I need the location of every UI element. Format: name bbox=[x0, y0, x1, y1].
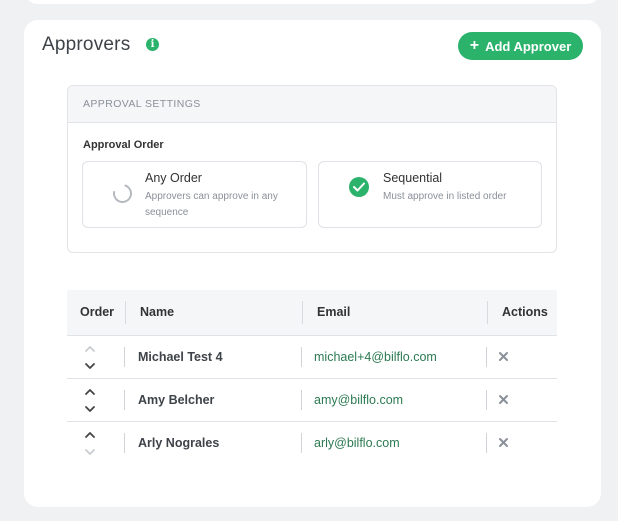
column-divider bbox=[124, 347, 125, 367]
page-title: Approvers bbox=[42, 34, 131, 55]
plus-icon: + bbox=[469, 36, 480, 54]
chevron-down-icon[interactable] bbox=[84, 360, 96, 372]
col-actions: Actions bbox=[502, 305, 548, 319]
approver-email: amy@bilflo.com bbox=[314, 393, 404, 407]
close-icon[interactable] bbox=[498, 437, 509, 448]
any-order-option[interactable]: Any Order Approvers can approve in any s… bbox=[82, 161, 307, 228]
chevron-up-icon bbox=[85, 346, 95, 352]
column-divider bbox=[301, 390, 302, 410]
table-row: Arly Nograles arly@bilflo.com bbox=[67, 421, 557, 464]
column-divider bbox=[124, 390, 125, 410]
col-name: Name bbox=[140, 305, 175, 319]
col-order: Order bbox=[80, 305, 115, 319]
any-order-desc: Approvers can approve in any sequence bbox=[145, 191, 278, 218]
column-divider bbox=[302, 301, 303, 324]
table-row: Michael Test 4 michael+4@bilflo.com bbox=[67, 335, 557, 378]
approver-name: Michael Test 4 bbox=[138, 350, 223, 364]
col-email: Email bbox=[317, 305, 351, 319]
chevron-up-icon[interactable] bbox=[84, 386, 96, 398]
chevron-up-icon[interactable] bbox=[84, 429, 96, 441]
approver-name: Arly Nograles bbox=[138, 436, 220, 450]
add-approver-label: Add Approver bbox=[485, 38, 572, 54]
column-divider bbox=[487, 301, 488, 324]
approval-settings-title: APPROVAL SETTINGS bbox=[68, 86, 556, 123]
approvers-card: Approvers i + Add Approver APPROVAL SETT… bbox=[24, 20, 601, 507]
column-divider bbox=[486, 347, 487, 367]
close-icon[interactable] bbox=[498, 351, 509, 362]
approval-settings-panel: APPROVAL SETTINGS Approval Order Any Ord… bbox=[67, 85, 557, 253]
table-row: Amy Belcher amy@bilflo.com bbox=[67, 378, 557, 421]
approver-email: michael+4@bilflo.com bbox=[314, 350, 437, 364]
check-circle-icon bbox=[349, 177, 369, 197]
previous-card-bottom bbox=[24, 0, 601, 4]
column-divider bbox=[125, 301, 126, 324]
column-divider bbox=[301, 347, 302, 367]
approver-name: Amy Belcher bbox=[138, 393, 215, 407]
approver-email: arly@bilflo.com bbox=[314, 436, 400, 450]
column-divider bbox=[301, 433, 302, 453]
info-icon[interactable]: i bbox=[146, 38, 159, 51]
sequential-option[interactable]: Sequential Must approve in listed order bbox=[318, 161, 542, 228]
add-approver-button[interactable]: + Add Approver bbox=[458, 32, 583, 60]
table-header: Order Name Email Actions bbox=[67, 290, 557, 335]
chevron-down-icon[interactable] bbox=[84, 403, 96, 415]
unselected-radio-icon bbox=[109, 180, 136, 207]
approval-order-label: Approval Order bbox=[83, 139, 164, 151]
any-order-title: Any Order bbox=[145, 171, 202, 185]
close-icon[interactable] bbox=[498, 394, 509, 405]
column-divider bbox=[486, 390, 487, 410]
sequential-title: Sequential bbox=[383, 171, 443, 185]
column-divider bbox=[124, 433, 125, 453]
column-divider bbox=[486, 433, 487, 453]
chevron-down-icon bbox=[85, 449, 95, 455]
approvers-table: Order Name Email Actions Michael Test 4 m… bbox=[67, 290, 557, 464]
sequential-desc: Must approve in listed order bbox=[383, 191, 507, 202]
